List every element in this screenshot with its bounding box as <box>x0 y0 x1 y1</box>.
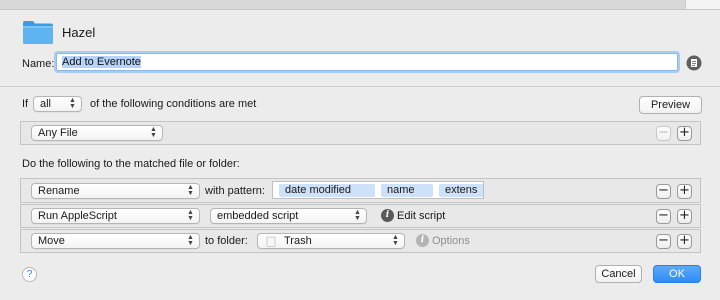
window-top-tab <box>685 0 720 9</box>
add-action-button[interactable]: + <box>677 184 692 199</box>
up-down-chevron-icon: ▲ ▼ <box>69 97 76 110</box>
script-source-value: embedded script <box>217 210 299 222</box>
conditions-suffix: of the following conditions are met <box>90 98 257 110</box>
help-icon[interactable]: ? <box>22 267 37 282</box>
destination-folder-value: Trash <box>284 235 312 247</box>
remove-action-button[interactable]: − <box>656 209 671 224</box>
add-action-button[interactable]: + <box>677 209 692 224</box>
action-type-popup[interactable]: Rename ▲ ▼ <box>31 183 200 199</box>
pattern-token[interactable]: extens <box>439 184 483 197</box>
action-type-popup[interactable]: Move ▲ ▼ <box>31 233 200 249</box>
actions-heading: Do the following to the matched file or … <box>22 158 240 170</box>
pattern-label: with pattern: <box>205 185 265 197</box>
add-action-button[interactable]: + <box>677 234 692 249</box>
rule-name-value[interactable]: Add to Evernote <box>62 56 141 68</box>
options-link[interactable]: Options <box>432 234 470 248</box>
action-type-value: Move <box>38 235 65 247</box>
action-type-value: Run AppleScript <box>38 210 117 222</box>
action-type-value: Rename <box>38 185 80 197</box>
if-label: If <box>22 98 29 110</box>
trash-icon <box>266 236 276 247</box>
info-icon[interactable]: i <box>416 234 429 247</box>
info-icon[interactable]: i <box>381 209 394 222</box>
pattern-token[interactable]: date modified <box>279 184 375 197</box>
up-down-chevron-icon: ▲ ▼ <box>392 234 399 247</box>
up-down-chevron-icon: ▲ ▼ <box>187 184 194 197</box>
folder-label: to folder: <box>205 235 248 247</box>
destination-folder-popup[interactable]: Trash ▲ ▼ <box>257 233 405 249</box>
folder-icon <box>23 21 53 44</box>
rename-pattern-field[interactable]: date modified name extens <box>272 181 484 199</box>
preview-button[interactable]: Preview <box>639 96 702 114</box>
match-all-value: all <box>40 98 52 110</box>
window-top-strip <box>0 0 720 10</box>
condition-attribute-popup[interactable]: Any File ▲ ▼ <box>31 125 163 141</box>
pattern-token[interactable]: name <box>381 184 433 197</box>
up-down-chevron-icon: ▲ ▼ <box>354 209 361 222</box>
remove-action-button[interactable]: − <box>656 234 671 249</box>
cancel-button[interactable]: Cancel <box>595 265 642 283</box>
header-divider <box>0 86 720 87</box>
rule-name-field[interactable]: Add to Evernote <box>56 53 678 71</box>
action-type-popup[interactable]: Run AppleScript ▲ ▼ <box>31 208 200 224</box>
up-down-chevron-icon: ▲ ▼ <box>150 126 157 139</box>
up-down-chevron-icon: ▲ ▼ <box>187 209 194 222</box>
add-condition-button[interactable]: + <box>677 126 692 141</box>
match-all-popup[interactable]: all ▲ ▼ <box>33 96 82 112</box>
ok-button[interactable]: OK <box>653 265 701 283</box>
notes-icon[interactable] <box>686 55 702 71</box>
app-title: Hazel <box>62 25 96 40</box>
remove-condition-button[interactable]: − <box>656 126 671 141</box>
name-label: Name: <box>22 58 55 70</box>
script-source-popup[interactable]: embedded script ▲ ▼ <box>210 208 367 224</box>
up-down-chevron-icon: ▲ ▼ <box>187 234 194 247</box>
condition-attribute-value: Any File <box>38 127 78 139</box>
remove-action-button[interactable]: − <box>656 184 671 199</box>
edit-script-link[interactable]: Edit script <box>397 209 445 223</box>
